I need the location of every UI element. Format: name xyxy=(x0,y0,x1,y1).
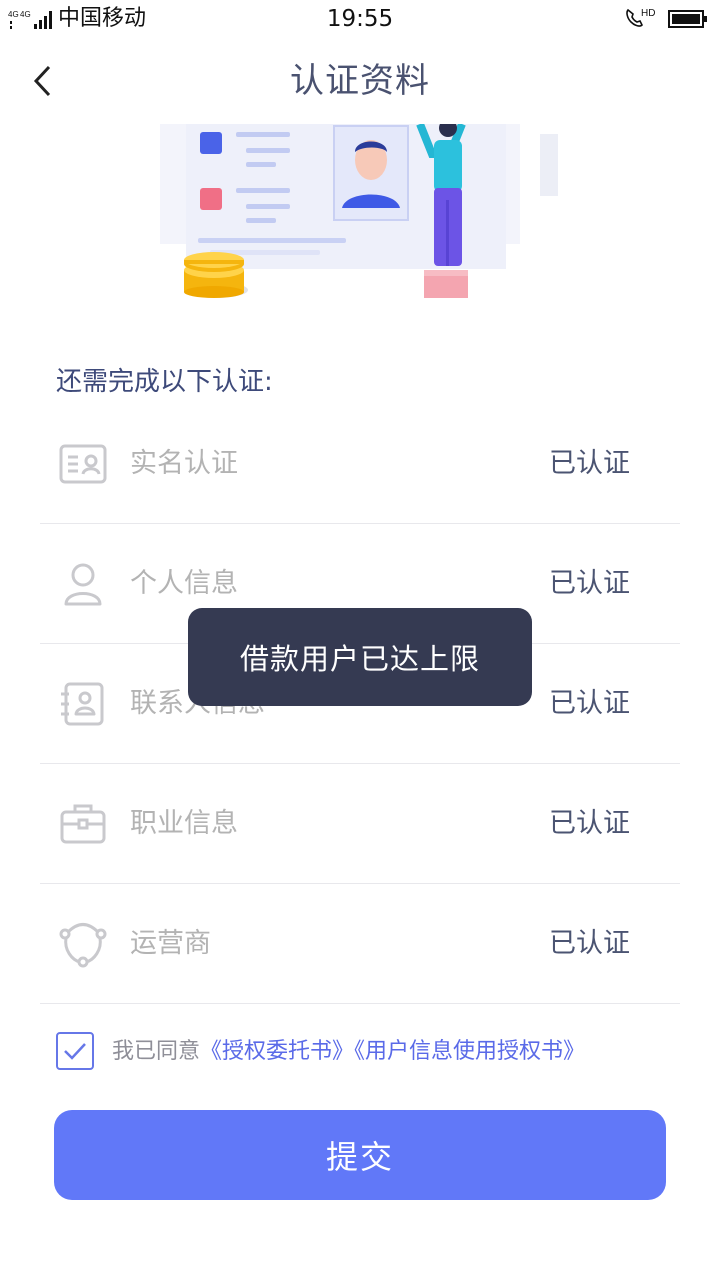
operator-icon xyxy=(59,923,107,968)
auth-status: 已认证 xyxy=(549,928,630,959)
id-card-icon xyxy=(59,444,107,484)
agreement-prefix: 我已同意 xyxy=(112,1039,201,1064)
verification-illustration xyxy=(160,124,558,298)
agreement-text: 我已同意《授权委托书》《用户信息使用授权书》 xyxy=(112,1034,585,1070)
auth-row-real-name[interactable]: 实名认证 已认证 xyxy=(40,404,680,524)
auth-status: 已认证 xyxy=(549,568,630,599)
auth-status: 已认证 xyxy=(549,688,630,719)
contact-card-icon xyxy=(61,682,104,726)
battery-icon xyxy=(668,10,707,28)
briefcase-icon xyxy=(60,804,106,844)
agreement-checkbox[interactable] xyxy=(56,1032,94,1070)
authorization-letter-link[interactable]: 《授权委托书》 xyxy=(200,1039,354,1064)
svg-text:HD: HD xyxy=(641,8,655,19)
agreement-row: 我已同意《授权委托书》《用户信息使用授权书》 xyxy=(56,1032,676,1072)
status-bar: 4G 4G 中国移动 19:55 HD xyxy=(0,0,720,38)
hd-call-icon: HD xyxy=(626,8,655,27)
person-icon xyxy=(64,563,102,606)
auth-status: 已认证 xyxy=(549,448,630,479)
auth-row-operator[interactable]: 运营商 已认证 xyxy=(40,884,680,1004)
auth-label: 运营商 xyxy=(130,928,211,959)
nav-bar: 认证资料 xyxy=(0,38,720,124)
status-time: 19:55 xyxy=(326,6,394,32)
auth-label: 个人信息 xyxy=(130,568,238,599)
section-title: 还需完成以下认证: xyxy=(56,367,273,397)
auth-label: 实名认证 xyxy=(130,448,238,479)
toast-message: 借款用户已达上限 xyxy=(188,608,532,706)
check-icon xyxy=(64,1043,86,1060)
submit-button[interactable]: 提交 xyxy=(54,1110,666,1200)
user-info-authorization-link[interactable]: 《用户信息使用授权书》 xyxy=(354,1039,585,1064)
auth-status: 已认证 xyxy=(549,808,630,839)
auth-label: 职业信息 xyxy=(130,808,238,839)
auth-row-occupation[interactable]: 职业信息 已认证 xyxy=(40,764,680,884)
page-title: 认证资料 xyxy=(290,61,430,101)
